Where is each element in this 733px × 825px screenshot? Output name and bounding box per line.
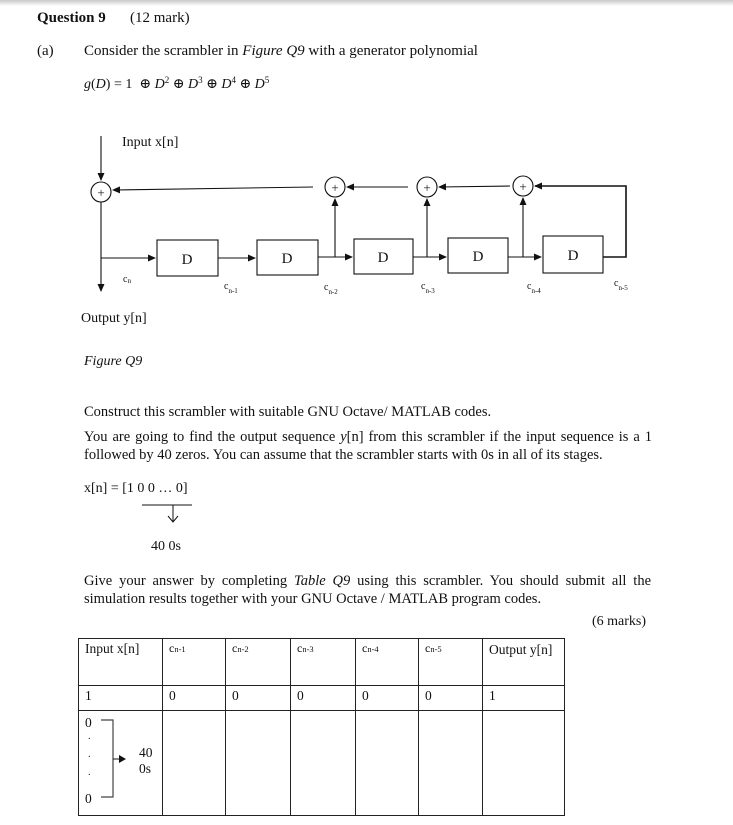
zeros-dot: . [88, 749, 91, 760]
feedback-cn5-line [534, 182, 627, 258]
cell-cn2[interactable]: 0 [225, 685, 291, 711]
cell-output-blank[interactable] [482, 710, 565, 816]
cell-cn1-blank[interactable] [162, 710, 226, 816]
zeros-dot: . [88, 731, 91, 742]
cell-cn1[interactable]: 0 [162, 685, 226, 711]
input-label: Input x[n] [122, 135, 178, 150]
adder-plus-4: + [519, 179, 526, 194]
adder-plus-3: + [423, 180, 430, 195]
adder4-to-adder3-arrow [438, 183, 511, 191]
cell-cn5[interactable]: 0 [418, 685, 483, 711]
zeros-dot: . [88, 767, 91, 778]
task-description: You are going to find the output sequenc… [84, 428, 652, 464]
header-cn5: cn-5 [418, 638, 483, 686]
zeros-first: 0 [85, 715, 92, 730]
figure-caption: Figure Q9 [84, 354, 143, 369]
delay-label-2: D [282, 251, 293, 267]
delay-label-3: D [378, 250, 389, 266]
scrambler-diagram: + + + + D D D D D Input x[n] cn cn-1 cn-2 c… [90, 135, 628, 296]
cell-cn3[interactable]: 0 [290, 685, 356, 711]
input-sequence: x[n] = [1 0 0 … 0] [84, 481, 188, 496]
tap-label-n-2: cn-2 [324, 282, 338, 296]
answer-instruction: Give your answer by completing Table Q9 … [84, 572, 651, 608]
cell-cn5-blank[interactable] [418, 710, 483, 816]
tap-label-n-3: cn-3 [421, 281, 435, 295]
zeros-bracket-icon [101, 719, 126, 798]
delay-label-1: D [182, 252, 193, 268]
adder2-to-adder1-arrow [112, 186, 314, 194]
answer-table: Input x[n] cn-1 cn-2 cn-3 cn-4 cn-5 Outp… [78, 638, 565, 816]
header-cn3: cn-3 [290, 638, 356, 686]
construct-instruction: Construct this scrambler with suitable G… [84, 404, 492, 420]
zeros-brace-arrow [142, 504, 192, 523]
cell-cn4-blank[interactable] [355, 710, 419, 816]
adder-plus-1: + [97, 185, 104, 200]
header-input: Input x[n] [78, 638, 163, 686]
output-label: Output y[n] [81, 311, 147, 326]
header-cn2: cn-2 [225, 638, 291, 686]
header-cn1: cn-1 [162, 638, 226, 686]
cell-cn2-blank[interactable] [225, 710, 291, 816]
part-marks: (6 marks) [592, 614, 647, 629]
delay-label-5: D [568, 248, 579, 264]
table-reference: Table Q9 [293, 573, 351, 589]
cell-cn4[interactable]: 0 [355, 685, 419, 711]
header-output: Output y[n] [482, 638, 565, 686]
adder-plus-2: + [331, 180, 338, 195]
cell-output[interactable]: 1 [482, 685, 565, 711]
table-row: 0 . . . 0 40 0s [78, 710, 565, 816]
table-row: 1 0 0 0 0 0 1 [78, 685, 565, 711]
cell-input-zeros: 0 . . . 0 40 0s [78, 710, 163, 816]
task-prefix: You are going to find the output sequenc… [84, 429, 341, 445]
zeros-last: 0 [85, 791, 92, 806]
delay-label-4: D [473, 249, 484, 265]
tap-label-n-4: cn-4 [527, 281, 541, 295]
table-header-row: Input x[n] cn-1 cn-2 cn-3 cn-4 cn-5 Outp… [78, 638, 565, 686]
tap-label-n: cn [123, 274, 131, 285]
answer-prefix: Give your answer by completing [84, 573, 294, 589]
bracket-note: 40 0s [139, 745, 153, 776]
cell-cn3-blank[interactable] [290, 710, 356, 816]
tap-label-n-1: cn-1 [224, 281, 238, 295]
cell-input: 1 [78, 685, 163, 711]
tap-label-n-5: cn-5 [614, 278, 628, 292]
header-cn4: cn-4 [355, 638, 419, 686]
zeros-note: 40 0s [151, 539, 181, 554]
